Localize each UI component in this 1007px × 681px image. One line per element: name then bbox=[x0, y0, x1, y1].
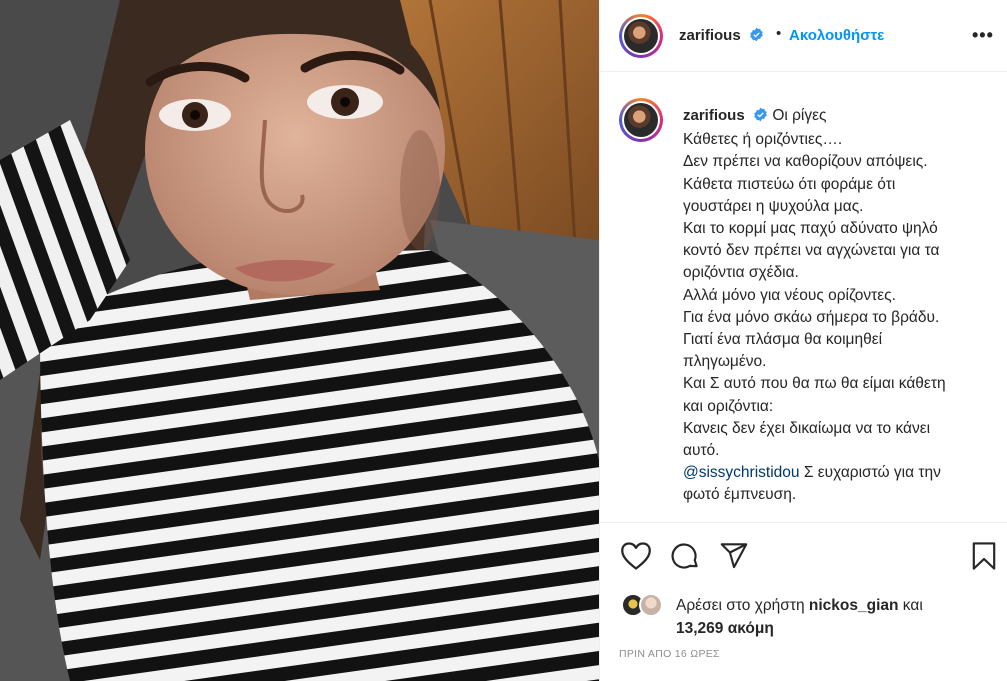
caption-line: Για ένα μόνο σκάω σήμερα το βράδυ. bbox=[683, 308, 940, 326]
caption-line: κοντό δεν πρέπει να αγχώνεται για τα bbox=[683, 242, 940, 260]
caption-line: Κανεις δεν έχει δικαίωμα να το κάνει bbox=[683, 419, 931, 437]
author-avatar[interactable] bbox=[619, 14, 663, 58]
liker-username-link[interactable]: nickos_gian bbox=[809, 597, 899, 614]
share-icon[interactable] bbox=[720, 543, 748, 574]
likers-avatars[interactable] bbox=[621, 593, 665, 621]
author-username[interactable]: zarifious bbox=[679, 27, 741, 44]
follow-button[interactable]: Ακολουθήστε bbox=[789, 27, 884, 44]
caption-line: Και Σ αυτό που θα πω θα είμαι κάθετη bbox=[683, 375, 946, 393]
caption-line: Και το κορμί μας παχύ αδύνατο ψηλό bbox=[683, 220, 938, 238]
likes-count-link[interactable]: 13,269 ακόμη bbox=[676, 620, 774, 637]
post-header: zarifious • Ακολουθήστε ••• bbox=[600, 0, 1007, 72]
likes-summary: Αρέσει στο χρήστη nickos_gian και 13,269… bbox=[676, 594, 996, 640]
mention-link[interactable]: @sissychristidou bbox=[683, 464, 800, 481]
caption-line: και οριζόντια: bbox=[683, 397, 774, 415]
caption-mention-rest: Σ ευχαριστώ για την bbox=[799, 464, 941, 482]
caption-line: Κάθετα πιστεύω ότι φοράμε ότι bbox=[683, 175, 896, 193]
caption-line: Γιατί ένα πλάσμα θα κοιμηθεί bbox=[683, 331, 883, 349]
caption-username[interactable]: zarifious bbox=[683, 107, 745, 124]
post-timestamp[interactable]: ΠΡΙΝ ΑΠΟ 16 ΩΡΕΣ bbox=[619, 648, 720, 660]
separator-dot: • bbox=[776, 25, 782, 42]
selfie-image bbox=[0, 0, 599, 681]
likes-prefix: Αρέσει στο χρήστη bbox=[676, 597, 809, 614]
more-options-icon[interactable]: ••• bbox=[972, 26, 994, 44]
caption-text: zarifious Οι ρίγες Κάθετες ή οριζόντιες…… bbox=[683, 105, 993, 507]
caption-line: Δεν πρέπει να καθορίζουν απόψεις. bbox=[683, 153, 928, 171]
verified-badge-icon bbox=[753, 107, 768, 129]
liker-avatar bbox=[639, 593, 663, 617]
action-bar bbox=[600, 522, 1007, 582]
caption-line: γουστάρει η ψυχούλα μας. bbox=[683, 197, 864, 215]
caption-comment: zarifious Οι ρίγες Κάθετες ή οριζόντιες…… bbox=[600, 72, 1007, 522]
likes-section: Αρέσει στο χρήστη nickos_gian και 13,269… bbox=[600, 582, 1007, 642]
caption-line: φωτό έμπνευση. bbox=[683, 486, 797, 504]
verified-badge-icon bbox=[749, 27, 764, 47]
caption-line: αυτό. bbox=[683, 442, 720, 460]
caption-line: πληγωμένο. bbox=[683, 353, 767, 371]
caption-author-avatar[interactable] bbox=[619, 98, 663, 142]
comment-icon[interactable] bbox=[670, 542, 699, 576]
caption-line: Κάθετες ή οριζόντιες…. bbox=[683, 131, 843, 149]
heart-icon[interactable] bbox=[621, 542, 651, 575]
bookmark-icon[interactable] bbox=[972, 541, 996, 576]
likes-and: και bbox=[898, 597, 923, 614]
caption-line: οριζόντια σχέδια. bbox=[683, 264, 799, 282]
caption-line: Αλλά μόνο για νέους ορίζοντες. bbox=[683, 286, 896, 304]
caption-first-text: Οι ρίγες bbox=[772, 107, 827, 124]
post-panel: zarifious • Ακολουθήστε ••• zarifious Οι… bbox=[599, 0, 1007, 681]
post-photo[interactable] bbox=[0, 0, 599, 681]
author-link[interactable]: zarifious bbox=[679, 27, 764, 47]
